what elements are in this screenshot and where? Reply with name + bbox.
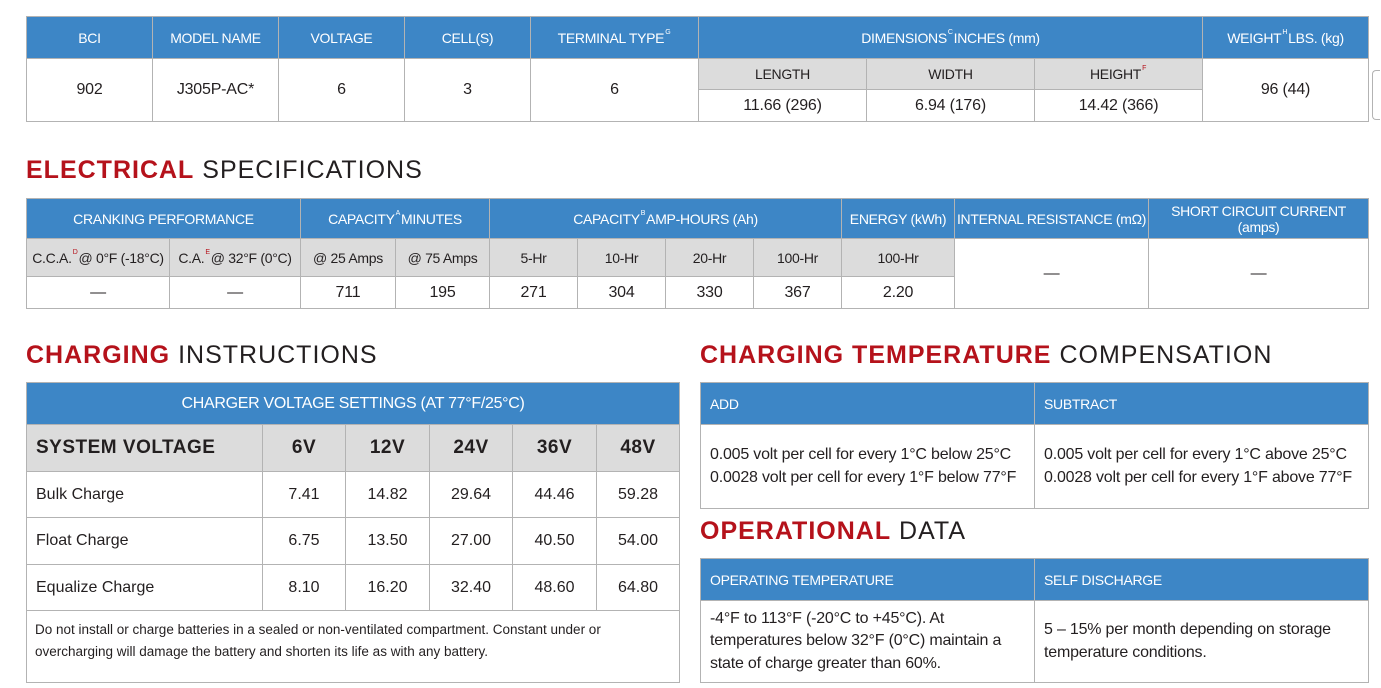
value-bci: 902	[26, 58, 153, 122]
cell-value: 7.41	[262, 471, 346, 518]
subheader-20-hr: 20-Hr	[665, 238, 755, 277]
charger-voltage-table: CHARGER VOLTAGE SETTINGS (AT 77°F/25°C) …	[25, 382, 681, 683]
header-capacity-minutes: CAPACITYAMINUTES	[299, 198, 491, 239]
value-capacity-100-hr: 367	[753, 276, 843, 309]
electrical-spec-table: CRANKING PERFORMANCE CAPACITYAMINUTES CA…	[26, 198, 1370, 309]
header-self-discharge: SELF DISCHARGE	[1034, 558, 1369, 601]
operational-data-table: OPERATING TEMPERATURE SELF DISCHARGE -4°…	[700, 558, 1369, 683]
voltage-48v: 48V	[595, 424, 681, 472]
cell-value: 29.64	[429, 471, 513, 518]
cell-value: 54.00	[595, 517, 681, 565]
cell-value: 64.80	[595, 564, 681, 611]
cell-value: 8.10	[262, 564, 346, 611]
header-weight: WEIGHTHLBS. (kg)	[1202, 16, 1370, 59]
value-voltage: 6	[278, 58, 405, 122]
value-subtract: 0.005 volt per cell for every 1°C above …	[1034, 424, 1369, 509]
voltage-6v: 6V	[262, 424, 346, 472]
header-cranking-performance: CRANKING PERFORMANCE	[26, 198, 301, 239]
cell-value: 13.50	[345, 517, 430, 565]
header-subtract: SUBTRACT	[1034, 382, 1369, 425]
subheader-5-hr: 5-Hr	[489, 238, 579, 277]
subheader-height: HEIGHTF	[1033, 58, 1204, 90]
value-cells: 3	[404, 58, 531, 122]
voltage-24v: 24V	[429, 424, 513, 472]
cell-value: 48.60	[512, 564, 597, 611]
value-short-circuit-current: —	[1148, 238, 1370, 309]
value-width: 6.94 (176)	[866, 89, 1035, 122]
subheader-length: LENGTH	[698, 58, 867, 90]
header-energy: ENERGY (kWh)	[841, 198, 956, 239]
edge-tab-marker	[1372, 70, 1380, 120]
cell-value: 40.50	[512, 517, 597, 565]
value-energy: 2.20	[841, 276, 956, 309]
cell-value: 16.20	[345, 564, 430, 611]
operational-data-title: OPERATIONAL DATA	[700, 517, 967, 545]
value-height: 14.42 (366)	[1033, 89, 1204, 122]
table-row: Equalize Charge 8.10 16.20 32.40 48.60 6…	[26, 564, 681, 611]
value-capacity-5-hr: 271	[489, 276, 579, 309]
header-capacity-amp-hours: CAPACITYBAMP-HOURS (Ah)	[489, 198, 843, 239]
value-self-discharge: 5 – 15% per month depending on storage t…	[1034, 600, 1369, 683]
charging-temperature-compensation-title: CHARGING TEMPERATURE COMPENSATION	[700, 341, 1273, 369]
value-cca: —	[26, 276, 170, 309]
subheader-width: WIDTH	[866, 58, 1035, 90]
cell-value: 32.40	[429, 564, 513, 611]
value-capacity-75-amps: 195	[394, 276, 491, 309]
value-ca: —	[169, 276, 301, 309]
header-voltage: VOLTAGE	[278, 16, 405, 59]
table-row: Bulk Charge 7.41 14.82 29.64 44.46 59.28	[26, 471, 681, 518]
value-capacity-10-hr: 304	[577, 276, 667, 309]
battery-spec-table: BCI MODEL NAME VOLTAGE CELL(S) TERMINAL …	[26, 16, 1370, 122]
value-terminal-type: 6	[530, 58, 699, 122]
cell-value: 59.28	[595, 471, 681, 518]
value-capacity-25-amps: 711	[300, 276, 396, 309]
cell-value: 6.75	[262, 517, 346, 565]
subheader-25-amps: @ 25 Amps	[300, 238, 396, 277]
charging-warning-note: Do not install or charge batteries in a …	[25, 610, 681, 683]
cell-value: 44.46	[512, 471, 597, 518]
subheader-100-hr: 100-Hr	[753, 238, 843, 277]
electrical-specifications-title: ELECTRICAL SPECIFICATIONS	[26, 156, 423, 184]
header-short-circuit-current: SHORT CIRCUIT CURRENT (amps)	[1148, 198, 1370, 239]
row-label-bulk-charge: Bulk Charge	[26, 471, 263, 518]
table-row: Float Charge 6.75 13.50 27.00 40.50 54.0…	[26, 517, 681, 565]
subheader-10-hr: 10-Hr	[577, 238, 667, 277]
header-add: ADD	[700, 382, 1035, 425]
row-label-equalize-charge: Equalize Charge	[26, 564, 263, 611]
system-voltage-label: SYSTEM VOLTAGE	[26, 424, 263, 472]
voltage-36v: 36V	[512, 424, 597, 472]
subheader-energy-100-hr: 100-Hr	[841, 238, 956, 277]
header-dimensions: DIMENSIONSCINCHES (mm)	[697, 16, 1204, 59]
header-bci: BCI	[26, 16, 153, 59]
header-model-name: MODEL NAME	[152, 16, 279, 59]
header-terminal-type: TERMINAL TYPEG	[530, 16, 699, 59]
value-model-name: J305P-AC*	[152, 58, 279, 122]
value-operating-temperature: -4°F to 113°F (-20°C to +45°C). At tempe…	[700, 600, 1035, 683]
charging-instructions-title: CHARGING INSTRUCTIONS	[26, 341, 378, 369]
subheader-cca: C.C.A.D@ 0°F (-18°C)	[26, 238, 170, 277]
voltage-12v: 12V	[345, 424, 430, 472]
value-weight: 96 (44)	[1202, 58, 1370, 122]
header-operating-temperature: OPERATING TEMPERATURE	[700, 558, 1035, 601]
row-label-float-charge: Float Charge	[26, 517, 263, 565]
cell-value: 14.82	[345, 471, 430, 518]
value-length: 11.66 (296)	[698, 89, 867, 122]
value-internal-resistance: —	[954, 238, 1150, 309]
value-add: 0.005 volt per cell for every 1°C below …	[700, 424, 1035, 509]
header-cells: CELL(S)	[404, 16, 531, 59]
subheader-ca: C.A.E@ 32°F (0°C)	[169, 238, 301, 277]
temperature-compensation-table: ADD SUBTRACT 0.005 volt per cell for eve…	[700, 382, 1369, 509]
subheader-75-amps: @ 75 Amps	[394, 238, 491, 277]
header-internal-resistance: INTERNAL RESISTANCE (mΩ)	[954, 198, 1150, 239]
cell-value: 27.00	[429, 517, 513, 565]
header-charger-voltage-settings: CHARGER VOLTAGE SETTINGS (AT 77°F/25°C)	[25, 382, 681, 425]
value-capacity-20-hr: 330	[665, 276, 755, 309]
